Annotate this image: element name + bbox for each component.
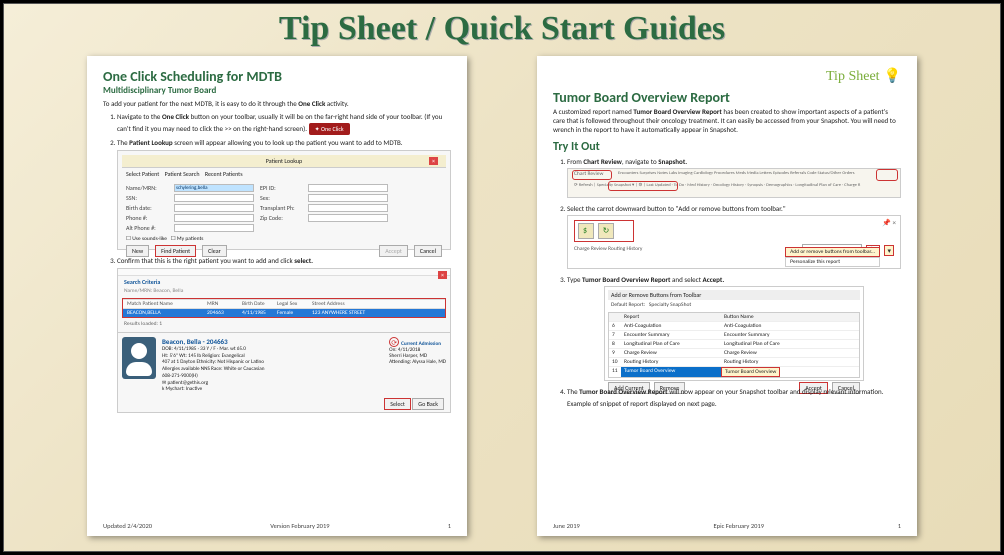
right-step1: From Chart Review, navigate to Snapshot.… bbox=[567, 157, 901, 198]
orders-highlight bbox=[876, 169, 898, 181]
lookup-buttons: New Find Patient Clear Accept Cancel bbox=[122, 242, 446, 260]
left-intro: To add your patient for the next MDTB, i… bbox=[103, 100, 451, 109]
dropdown-menu: Add or remove buttons from toolbar... Pe… bbox=[785, 247, 880, 267]
left-footer: Updated 2/4/2020 Version February 2019 1 bbox=[103, 522, 451, 530]
lookup-header: Patient Lookup × bbox=[122, 155, 446, 168]
left-step3: Confirm that this is the right patient y… bbox=[117, 256, 451, 413]
left-step2: The Patient Lookup screen will appear al… bbox=[117, 138, 451, 250]
new-button: New bbox=[126, 245, 149, 257]
accept-button: Accept bbox=[379, 245, 408, 257]
confirm-screenshot: × Search Criteria Name/MRN: Beacon, Bell… bbox=[117, 268, 451, 413]
right-intro: A customized report named Tumor Board Ov… bbox=[553, 108, 901, 134]
routing-icon bbox=[598, 223, 614, 239]
right-step3: Type Tumor Board Overview Report and sel… bbox=[567, 275, 901, 381]
admission-icon: ⟳ bbox=[389, 337, 399, 347]
select-button: Select bbox=[384, 398, 411, 410]
search-criteria: Search Criteria Name/MRN: Beacon, Bella bbox=[118, 276, 450, 296]
tumor-board-row: 11Tumor Board OverviewTumor Board Overvi… bbox=[609, 366, 859, 377]
close-icon: × bbox=[429, 157, 438, 165]
right-title: Tumor Board Overview Report bbox=[553, 89, 901, 106]
charge-icon bbox=[578, 223, 594, 239]
try-it-out-heading: Try It Out bbox=[553, 140, 901, 154]
name-input: schylering,bella bbox=[174, 184, 254, 192]
left-page: One Click Scheduling for MDTB Multidisci… bbox=[87, 56, 467, 536]
add-remove-screenshot: Add or Remove Buttons from Toolbar Defau… bbox=[604, 286, 864, 381]
tip-sheet-banner: Tip Sheet💡 bbox=[553, 68, 901, 85]
patient-lookup-screenshot: Patient Lookup × Select Patient Patient … bbox=[117, 150, 451, 250]
lookup-tabs: Select Patient Patient Search Recent Pat… bbox=[122, 168, 446, 180]
left-title: One Click Scheduling for MDTB bbox=[103, 68, 451, 85]
one-click-button-img: ✦ One Click bbox=[309, 123, 350, 135]
right-step4: The Tumor Board Overview Report will now… bbox=[567, 387, 901, 409]
chart-review-toolbar-screenshot: Chart Review Encounters Surprises Notes … bbox=[567, 168, 901, 198]
go-back-button: Go Back bbox=[412, 398, 444, 410]
pushpin-icon: 📌 × bbox=[882, 218, 896, 227]
chart-review-highlight bbox=[572, 170, 612, 180]
wrench-dropdown-icon: ▾ bbox=[884, 245, 894, 256]
avatar-icon bbox=[122, 337, 156, 379]
carrot-screenshot: 📌 × Charge Review Routing History Specia… bbox=[567, 215, 901, 269]
left-subtitle: Multidisciplinary Tumor Board bbox=[103, 85, 451, 96]
cancel-button: Cancel bbox=[414, 245, 442, 257]
close-icon: × bbox=[438, 271, 447, 279]
pages-row: One Click Scheduling for MDTB Multidisci… bbox=[4, 48, 1000, 544]
find-patient-button: Find Patient bbox=[155, 245, 196, 257]
icons-highlight bbox=[574, 220, 634, 242]
selected-patient-row: BEACON,BELLA 204663 4/11/1985 Female 123… bbox=[123, 308, 445, 317]
snapshot-highlight bbox=[608, 181, 678, 191]
left-step1: Navigate to the One Click button on your… bbox=[117, 112, 451, 135]
result-highlight: Match Patient Name MRN Birth Date Legal … bbox=[122, 298, 446, 318]
slide-title: Tip Sheet / Quick Start Guides bbox=[4, 10, 1000, 48]
right-step2: Select the carrot downward button to "Ad… bbox=[567, 204, 901, 269]
lightbulb-icon: 💡 bbox=[884, 68, 901, 85]
patient-card: Beacon, Bella - 204663 DOB: 4/11/1985 · … bbox=[118, 332, 450, 397]
clear-button: Clear bbox=[202, 245, 227, 257]
slide: Tip Sheet / Quick Start Guides One Click… bbox=[3, 3, 1001, 552]
right-page: Tip Sheet💡 Tumor Board Overview Report A… bbox=[537, 56, 917, 536]
right-footer: June 2019 Epic February 2019 1 bbox=[553, 522, 901, 530]
lookup-fields: Name/MRN:schylering,bella EPI ID: SSN: S… bbox=[122, 180, 446, 236]
